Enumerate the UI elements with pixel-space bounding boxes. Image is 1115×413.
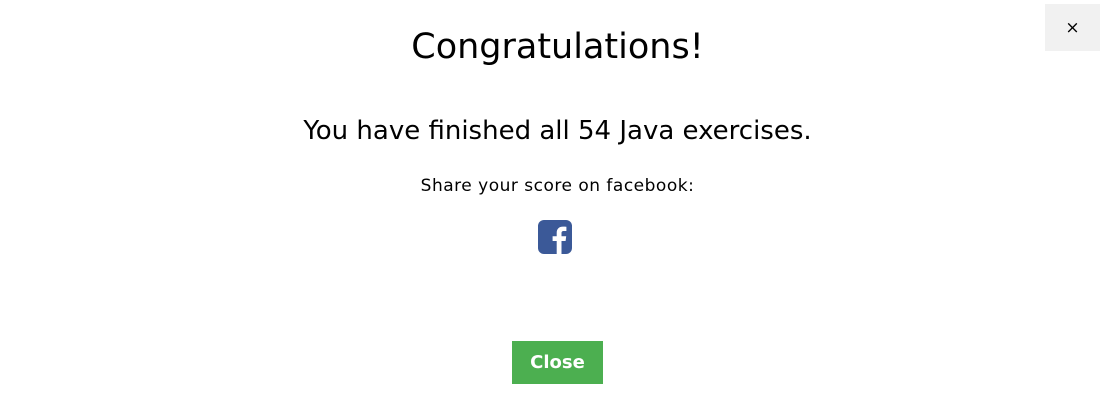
congratulations-modal: × Congratulations! You have finished all… bbox=[0, 0, 1115, 413]
facebook-share-link[interactable] bbox=[538, 220, 572, 254]
share-label: Share your score on facebook: bbox=[420, 176, 695, 196]
modal-title: Congratulations! bbox=[411, 27, 704, 67]
close-button[interactable]: Close bbox=[512, 341, 603, 384]
facebook-square-icon bbox=[538, 220, 572, 254]
completion-message: You have finished all 54 Java exercises. bbox=[303, 116, 812, 146]
